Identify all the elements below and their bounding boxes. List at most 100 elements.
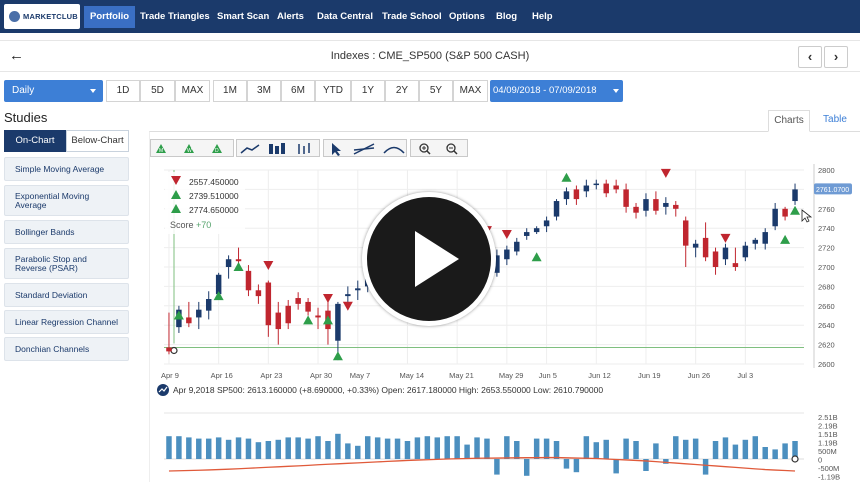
- volume-end-handle[interactable]: [791, 455, 799, 463]
- fibonacci-tool-icon[interactable]: [383, 146, 405, 154]
- volume-bar: [782, 443, 788, 459]
- study-item-simple-moving-average[interactable]: Simple Moving Average: [4, 157, 129, 181]
- range-button-1d[interactable]: 1D: [106, 80, 140, 102]
- volume-bar: [583, 436, 590, 459]
- score-label: Score: [170, 220, 194, 230]
- study-item-psar[interactable]: Parabolic Stop and Reverse (PSAR): [4, 248, 129, 279]
- range-button-6m[interactable]: 6M: [281, 80, 315, 102]
- candle-body: [663, 202, 669, 207]
- tab-charts[interactable]: Charts: [768, 110, 810, 132]
- volume-bar: [732, 444, 739, 459]
- date-tick-label: Jun 5: [539, 371, 557, 380]
- back-arrow-icon[interactable]: ←: [9, 47, 24, 64]
- candle-body: [762, 232, 768, 244]
- range-button-3m[interactable]: 3M: [247, 80, 281, 102]
- next-instrument-button[interactable]: ›: [824, 46, 848, 68]
- date-range-picker[interactable]: 04/09/2018 - 07/09/2018: [490, 80, 623, 102]
- price-axis: 2600262026402660268027002720274027602780…: [813, 164, 835, 369]
- video-play-button[interactable]: [362, 192, 496, 326]
- candle-body: [553, 201, 560, 217]
- bar-chart-icon[interactable]: [298, 143, 310, 154]
- date-axis: Apr 9 Apr 16 Apr 23 Apr 30 May 7 May 14 May 21…: [161, 371, 753, 380]
- pointer-icon[interactable]: [332, 143, 341, 156]
- date-tick-label: Apr 9: [161, 371, 179, 380]
- volume-bar: [265, 441, 272, 459]
- nav-item-alerts[interactable]: Alerts: [271, 6, 310, 28]
- volume-average-line: [168, 456, 796, 472]
- range-button-5d[interactable]: 5D: [140, 80, 175, 102]
- nav-item-options[interactable]: Options: [443, 6, 491, 28]
- range-button-1m[interactable]: 1M: [213, 80, 247, 102]
- nav-item-data-central[interactable]: Data Central: [311, 6, 379, 28]
- range-button-max[interactable]: MAX: [453, 80, 488, 102]
- range-start-handle[interactable]: [170, 346, 178, 355]
- study-item-exponential-moving-average[interactable]: Exponential Moving Average: [4, 185, 129, 216]
- range-button-2y[interactable]: 2Y: [385, 80, 419, 102]
- info-row-up-signal: 2774.650000: [171, 204, 239, 215]
- price-tick-label: 2640: [818, 321, 835, 330]
- volume-bar: [653, 443, 659, 459]
- date-tick-label: Apr 16: [211, 371, 233, 380]
- studies-tab-on-chart[interactable]: On-Chart: [4, 130, 66, 152]
- study-item-linear-regression-channel[interactable]: Linear Regression Channel: [4, 310, 129, 334]
- candle-body: [732, 263, 739, 267]
- nav-item-help[interactable]: Help: [526, 6, 559, 28]
- volume-bar: [752, 436, 759, 459]
- candle-chart-icon[interactable]: [269, 143, 285, 154]
- last-price-tag-text: 2761.0700: [816, 187, 849, 194]
- volume-bar: [673, 436, 679, 459]
- candle-body: [702, 237, 709, 258]
- trendline-tool-icon[interactable]: [353, 143, 375, 155]
- nav-item-smart-scan[interactable]: Smart Scan: [211, 6, 275, 28]
- last-price-tag: 2761.0700: [814, 183, 852, 195]
- price-tick-label: 2720: [818, 244, 835, 253]
- period-dropdown[interactable]: Daily: [4, 80, 103, 102]
- volume-bar: [424, 436, 431, 459]
- svg-text:M: M: [159, 148, 163, 154]
- price-tick-label: 2680: [818, 282, 835, 291]
- daily-triangle-icon[interactable]: D: [212, 144, 222, 154]
- line-chart-icon[interactable]: [240, 144, 260, 154]
- zoom-out-icon[interactable]: [446, 143, 458, 155]
- candle-body: [335, 303, 341, 341]
- candle-body: [782, 208, 788, 217]
- candle-body: [682, 220, 689, 246]
- study-item-bollinger-bands[interactable]: Bollinger Bands: [4, 220, 129, 244]
- marketclub-logo[interactable]: MARKETCLUB: [4, 4, 80, 29]
- zoom-in-icon[interactable]: [419, 143, 431, 155]
- candle-body: [255, 290, 262, 297]
- up-triangle-signal: [531, 252, 542, 262]
- volume-bar: [305, 438, 311, 459]
- previous-instrument-button[interactable]: ‹: [798, 46, 822, 68]
- tab-table[interactable]: Table: [815, 110, 855, 132]
- study-item-standard-deviation[interactable]: Standard Deviation: [4, 283, 129, 307]
- range-button-max-intraday[interactable]: MAX: [175, 80, 210, 102]
- volume-bar: [325, 441, 331, 459]
- nav-item-portfolio[interactable]: Portfolio: [84, 6, 136, 28]
- monthly-triangle-icon[interactable]: M: [156, 144, 166, 154]
- range-button-1y[interactable]: 1Y: [351, 80, 385, 102]
- price-tick-label: 2800: [818, 166, 835, 175]
- volume-bar: [722, 437, 729, 459]
- date-tick-label: May 14: [399, 371, 424, 380]
- price-chart[interactable]: 2600262026402660268027002720274027602780…: [150, 160, 860, 482]
- candle-body: [593, 183, 600, 186]
- nav-item-blog[interactable]: Blog: [490, 6, 523, 28]
- weekly-triangle-icon[interactable]: W: [184, 144, 194, 154]
- price-tick-label: 2740: [818, 224, 835, 233]
- candle-body: [752, 239, 759, 244]
- candle-body: [623, 189, 629, 207]
- study-item-donchian-channels[interactable]: Donchian Channels: [4, 337, 129, 361]
- volume-bar: [394, 438, 401, 459]
- studies-tab-below-chart[interactable]: Below-Chart: [66, 130, 129, 152]
- range-button-ytd[interactable]: YTD: [315, 80, 351, 102]
- volume-bar: [742, 439, 749, 459]
- volume-bar: [474, 437, 480, 459]
- up-triangle-signal: [173, 310, 184, 320]
- nav-item-trade-school[interactable]: Trade School: [376, 6, 448, 28]
- nav-item-trade-triangles[interactable]: Trade Triangles: [134, 6, 216, 28]
- info-down-value: 2557.450000: [189, 177, 239, 187]
- volume-bar: [444, 436, 450, 459]
- range-button-5y[interactable]: 5Y: [419, 80, 453, 102]
- volume-bar: [404, 441, 411, 459]
